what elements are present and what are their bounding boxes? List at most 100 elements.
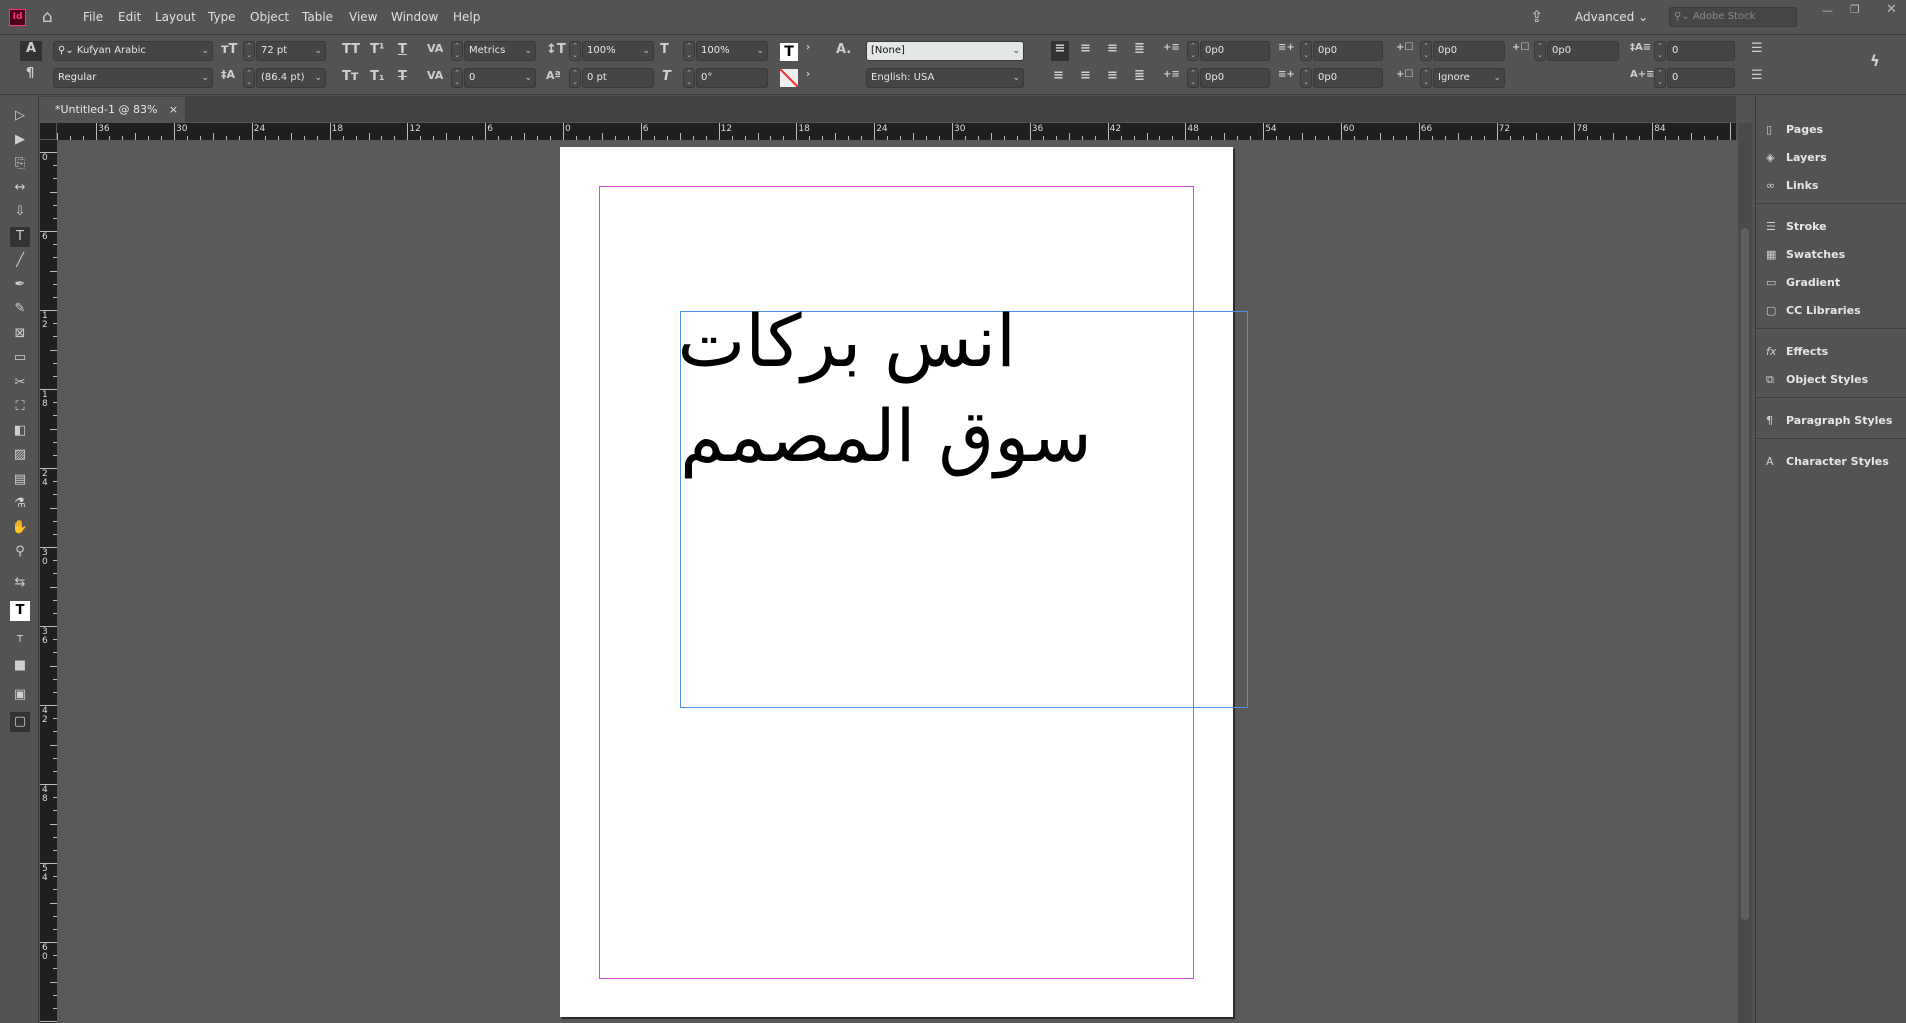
panel-paragraph-styles[interactable]: ¶ Paragraph Styles xyxy=(1766,410,1892,432)
direct-selection-tool-icon[interactable]: ▶ xyxy=(10,130,30,150)
note-tool-icon[interactable]: ▤ xyxy=(10,470,30,490)
gradient-swatch-tool-icon[interactable]: ◧ xyxy=(10,421,30,441)
rectangle-tool-icon[interactable]: ▭ xyxy=(10,348,30,368)
fill-color-swatch[interactable]: T xyxy=(780,43,798,61)
skew-stepper[interactable]: ⌃ ⌄ xyxy=(683,68,695,88)
horizontal-scale-stepper[interactable]: ⌃ ⌄ xyxy=(683,41,695,61)
page-tool-icon[interactable]: ⎘ xyxy=(10,154,30,174)
stroke-color-swatch[interactable] xyxy=(780,69,798,87)
character-style-field[interactable]: [None] ⌄ xyxy=(866,41,1024,61)
gap-tool-icon[interactable]: ↔ xyxy=(10,178,30,198)
panel-links[interactable]: ∞ Links xyxy=(1766,175,1818,197)
close-tab-icon[interactable]: × xyxy=(169,103,178,116)
language-field[interactable]: English: USA ⌄ xyxy=(866,68,1024,88)
indesign-logo[interactable]: Id xyxy=(9,9,26,26)
underline-icon[interactable]: T xyxy=(398,42,407,57)
space-after-field[interactable]: 0p0 xyxy=(1547,41,1619,61)
panel-effects[interactable]: fx Effects xyxy=(1766,341,1828,363)
close-window-button[interactable]: ✕ xyxy=(1886,2,1897,17)
drop-cap-chars-field[interactable]: 0 xyxy=(1667,68,1735,88)
ruler-origin[interactable] xyxy=(40,123,57,140)
kerning-stepper[interactable]: ⌃ ⌄ xyxy=(451,41,463,61)
text-line-2[interactable]: سوق المصمم xyxy=(680,400,1110,472)
pencil-tool-icon[interactable]: ✎ xyxy=(10,299,30,319)
first-line-indent-field[interactable]: 0p0 xyxy=(1200,68,1270,88)
left-indent-stepper[interactable]: ⌃ ⌄ xyxy=(1187,41,1199,61)
small-caps-icon[interactable]: Tт xyxy=(342,69,358,84)
bulleted-list-icon[interactable]: ☰ xyxy=(1751,41,1763,56)
tracking-stepper[interactable]: ⌃ ⌄ xyxy=(451,68,463,88)
panel-stroke[interactable]: ☰ Stroke xyxy=(1766,216,1827,238)
justify-center-icon[interactable]: ≡ xyxy=(1053,68,1064,83)
free-transform-tool-icon[interactable]: ⛶ xyxy=(10,397,30,417)
last-line-indent-field[interactable]: 0p0 xyxy=(1313,68,1383,88)
view-mode-icon[interactable]: ▢ xyxy=(10,712,30,732)
screen-mode-icon[interactable]: ▣ xyxy=(10,685,30,705)
menu-window[interactable]: Window xyxy=(391,10,438,24)
fill-expand-icon[interactable]: › xyxy=(806,42,810,53)
swap-fill-stroke-icon[interactable]: ⇆ xyxy=(10,573,30,593)
right-indent-field[interactable]: 0p0 xyxy=(1313,41,1383,61)
horizontal-ruler[interactable]: 36 30 24 18 12 6 0 6 12 18 24 30 36 42 48 54 60 66 72 78 84 xyxy=(40,123,1736,140)
formatting-affects-text-icon[interactable]: T xyxy=(10,630,30,650)
pen-tool-icon[interactable]: ✒ xyxy=(10,275,30,295)
panel-object-styles[interactable]: ⧉ Object Styles xyxy=(1766,369,1868,391)
share-icon[interactable]: ⇪ xyxy=(1530,7,1543,26)
character-mode-icon[interactable]: A xyxy=(20,41,42,61)
align-right-icon[interactable]: ≡ xyxy=(1107,41,1118,56)
menu-type[interactable]: Type xyxy=(208,10,236,24)
panel-cc-libraries[interactable]: ▢ CC Libraries xyxy=(1766,300,1861,322)
kerning-field[interactable]: Metrics ⌄ xyxy=(464,41,536,61)
text-line-1[interactable]: انس بركات xyxy=(678,305,1016,377)
align-center-icon[interactable]: ≡ xyxy=(1080,41,1091,56)
drop-cap-lines-field[interactable]: 0 xyxy=(1667,41,1735,61)
leading-field[interactable]: (86.4 pt) ⌄ xyxy=(256,68,326,88)
superscript-icon[interactable]: T¹ xyxy=(370,42,385,57)
paragraph-mode-icon[interactable]: ¶ xyxy=(26,66,34,81)
justify-left-icon[interactable]: ≣ xyxy=(1134,41,1145,56)
align-spine-icon[interactable]: ≣ xyxy=(1134,68,1145,83)
numbered-list-icon[interactable]: ☰ xyxy=(1751,68,1763,83)
first-line-indent-stepper[interactable]: ⌃ ⌄ xyxy=(1187,68,1199,88)
last-line-indent-stepper[interactable]: ⌃ ⌄ xyxy=(1300,68,1312,88)
apply-color-icon[interactable]: ■ xyxy=(10,656,30,676)
grid-align-field[interactable]: Ignore ⌄ xyxy=(1433,68,1505,88)
line-tool-icon[interactable]: ╱ xyxy=(10,251,30,271)
menu-edit[interactable]: Edit xyxy=(118,10,141,24)
font-family-field[interactable]: ⚲⌄ Kufyan Arabic ⌄ xyxy=(53,41,213,61)
left-indent-field[interactable]: 0p0 xyxy=(1200,41,1270,61)
vertical-scale-stepper[interactable]: ⌃ ⌄ xyxy=(569,41,581,61)
space-after-stepper[interactable]: ⌃ ⌄ xyxy=(1534,41,1546,61)
space-before-field[interactable]: 0p0 xyxy=(1433,41,1505,61)
workspace-switcher[interactable]: Advanced ⌄ xyxy=(1575,10,1648,24)
zoom-tool-icon[interactable]: ⚲ xyxy=(10,542,30,562)
drop-cap-chars-stepper[interactable]: ⌃ ⌄ xyxy=(1654,68,1666,88)
grid-align-stepper[interactable]: ⌃ ⌄ xyxy=(1420,68,1432,88)
font-size-field[interactable]: 72 pt ⌄ xyxy=(256,41,326,61)
home-icon[interactable]: ⌂ xyxy=(42,7,53,27)
vertical-scale-field[interactable]: 100% ⌄ xyxy=(582,41,654,61)
eyedropper-tool-icon[interactable]: ⚗ xyxy=(10,494,30,514)
scrollbar-thumb[interactable] xyxy=(1741,228,1749,920)
document-tab[interactable]: *Untitled-1 @ 83% × xyxy=(40,97,185,122)
vertical-ruler[interactable]: 0 6 12 18 24 30 36 42 48 54 60 xyxy=(40,140,57,1023)
content-collector-icon[interactable]: ⇩ xyxy=(10,202,30,222)
type-tool-icon[interactable]: T xyxy=(10,227,30,247)
panel-gradient[interactable]: ▭ Gradient xyxy=(1766,272,1840,294)
rectangle-frame-tool-icon[interactable]: ⊠ xyxy=(10,324,30,344)
font-style-field[interactable]: Regular ⌄ xyxy=(53,68,213,88)
menu-file[interactable]: File xyxy=(83,10,103,24)
menu-object[interactable]: Object xyxy=(250,10,289,24)
restore-button[interactable]: ❐ xyxy=(1850,3,1860,16)
gradient-feather-tool-icon[interactable]: ▨ xyxy=(10,445,30,465)
right-indent-stepper[interactable]: ⌃ ⌄ xyxy=(1300,41,1312,61)
all-caps-icon[interactable]: TT xyxy=(342,42,360,57)
strikethrough-icon[interactable]: T xyxy=(398,69,407,84)
menu-layout[interactable]: Layout xyxy=(155,10,196,24)
drop-cap-lines-stepper[interactable]: ⌃ ⌄ xyxy=(1654,41,1666,61)
panel-character-styles[interactable]: A Character Styles xyxy=(1766,451,1889,473)
subscript-icon[interactable]: T₁ xyxy=(370,69,385,84)
scissors-tool-icon[interactable]: ✂ xyxy=(10,373,30,393)
tracking-field[interactable]: 0 ⌄ xyxy=(464,68,536,88)
font-size-stepper[interactable]: ⌃ ⌄ xyxy=(243,41,255,61)
